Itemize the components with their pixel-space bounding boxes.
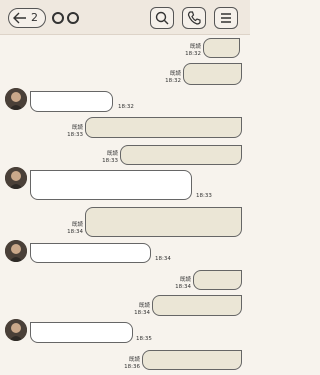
outgoing-message-bubble[interactable] [142, 350, 242, 370]
message-meta: 既読 18:33 [62, 125, 83, 138]
back-arrow-icon [13, 12, 26, 24]
contact-avatar[interactable] [5, 319, 27, 341]
contact-avatar[interactable] [5, 167, 27, 189]
incoming-message-bubble[interactable] [30, 322, 133, 343]
outgoing-message-bubble[interactable] [152, 295, 242, 316]
outgoing-message-bubble[interactable] [85, 117, 242, 138]
message-time: 18:32 [165, 77, 181, 84]
contact-avatar[interactable] [5, 88, 27, 110]
incoming-message-bubble[interactable] [30, 243, 151, 263]
search-button[interactable] [150, 7, 174, 29]
phone-icon [187, 11, 201, 25]
search-icon [155, 11, 169, 25]
message-time: 18:33 [102, 157, 118, 164]
unread-count: 2 [31, 11, 38, 24]
outgoing-message-bubble[interactable] [85, 207, 242, 237]
outgoing-message-bubble[interactable] [183, 63, 242, 85]
message-time: 18:33 [67, 131, 83, 138]
message-time: 18:36 [124, 363, 140, 370]
avatar-photo-icon [5, 167, 27, 189]
incoming-message-bubble[interactable] [30, 170, 192, 200]
avatar-photo-icon [5, 240, 27, 262]
message-meta: 既読 18:34 [62, 222, 83, 235]
outgoing-message-bubble[interactable] [193, 270, 242, 290]
avatar-photo-icon [5, 88, 27, 110]
back-button[interactable]: 2 [8, 8, 46, 28]
contact-avatar[interactable] [5, 240, 27, 262]
message-time: 18:34 [67, 228, 83, 235]
message-meta: 既読 18:32 [160, 71, 181, 84]
message-meta: 既読 18:36 [119, 357, 140, 370]
menu-icon [221, 13, 231, 23]
avatar-photo-icon [5, 319, 27, 341]
message-meta: 既読 18:34 [170, 277, 191, 290]
message-time: 18:34 [175, 283, 191, 290]
message-time: 18:34 [134, 309, 150, 316]
outgoing-message-bubble[interactable] [120, 145, 242, 165]
message-meta: 既読 18:34 [129, 303, 150, 316]
message-time: 18:35 [136, 336, 152, 342]
message-time: 18:33 [196, 193, 212, 199]
message-meta: 既読 18:32 [180, 44, 201, 57]
message-time: 18:32 [185, 50, 201, 57]
incoming-message-bubble[interactable] [30, 91, 113, 112]
call-button[interactable] [182, 7, 206, 29]
menu-button[interactable] [214, 7, 238, 29]
chat-header: 2 [0, 0, 250, 35]
contact-name-ring-2 [67, 12, 79, 24]
contact-name-ring-1 [52, 12, 64, 24]
outgoing-message-bubble[interactable] [203, 38, 240, 58]
message-time: 18:34 [155, 256, 171, 262]
message-meta: 既読 18:33 [97, 151, 118, 164]
message-time: 18:32 [118, 104, 134, 110]
